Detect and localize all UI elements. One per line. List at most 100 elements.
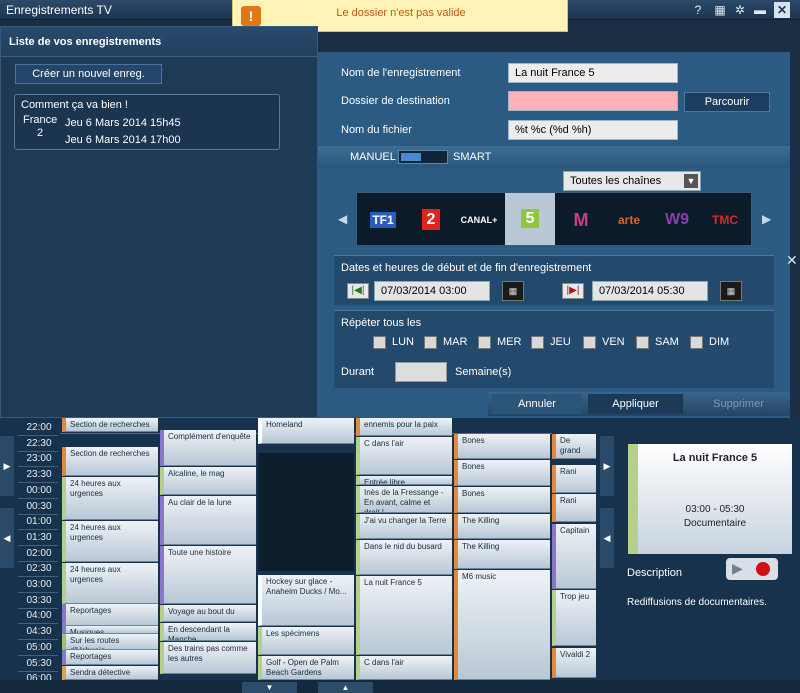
program-block[interactable]: Dans le nid du busard bbox=[356, 540, 452, 575]
program-block[interactable]: Hockey sur glace - Anaheim Ducks / Mo... bbox=[258, 575, 354, 626]
playback-controls: ▶ bbox=[726, 558, 778, 580]
program-block[interactable]: En descendant la Manche bbox=[160, 623, 256, 641]
program-block[interactable]: Vivaldi 2 bbox=[552, 648, 596, 678]
channel-france5[interactable]: 5 bbox=[505, 193, 555, 245]
calendar-icon[interactable]: ▦ bbox=[720, 281, 742, 301]
filename-label: Nom du fichier bbox=[341, 124, 412, 136]
program-block[interactable]: La nuit France 5 bbox=[356, 576, 452, 655]
channel-w9[interactable]: W9 bbox=[653, 199, 701, 241]
time-label: 01:00 bbox=[26, 516, 52, 528]
recording-editor: Nom de l'enregistrement La nuit France 5… bbox=[318, 52, 790, 418]
name-field[interactable]: La nuit France 5 bbox=[508, 63, 678, 83]
program-block[interactable]: Complément d'enquête bbox=[160, 430, 256, 466]
day-checkbox[interactable] bbox=[690, 336, 703, 349]
channel-filter-select[interactable]: Toutes les chaînes ▼ bbox=[563, 171, 701, 191]
close-icon[interactable]: ✕ bbox=[774, 2, 790, 18]
day-checkbox[interactable] bbox=[373, 336, 386, 349]
dest-field[interactable] bbox=[508, 91, 678, 111]
program-genre: Documentaire bbox=[683, 518, 747, 529]
program-block[interactable]: Les spécimens bbox=[258, 627, 354, 655]
record-icon[interactable] bbox=[756, 562, 770, 576]
channel-next-icon[interactable]: ▶ bbox=[762, 212, 771, 226]
day-label: MAR bbox=[443, 336, 468, 348]
channel-tmc[interactable]: TMC bbox=[701, 199, 749, 241]
day-checkbox[interactable] bbox=[478, 336, 491, 349]
program-block[interactable]: Capitain bbox=[552, 524, 596, 589]
scroll-left-icon[interactable]: ◀ bbox=[0, 508, 14, 568]
program-block[interactable]: Section de recherches bbox=[62, 418, 158, 432]
recording-card[interactable]: Comment ça va bien ! France 2 Jeu 6 Mars… bbox=[14, 94, 280, 150]
channel-prev-icon[interactable]: ◀ bbox=[338, 212, 347, 226]
program-block[interactable]: ennemis pour la paix bbox=[356, 418, 452, 436]
delete-button[interactable]: Supprimer bbox=[691, 394, 786, 414]
filename-field[interactable]: %t %c (%d %h) bbox=[508, 120, 678, 140]
program-block[interactable]: De grand bbox=[552, 434, 596, 459]
scroll-right-icon[interactable]: ▶ bbox=[600, 436, 614, 496]
day-checkbox[interactable] bbox=[531, 336, 544, 349]
program-block[interactable]: J'ai vu changer la Terre bbox=[356, 514, 452, 539]
program-block[interactable]: Rani bbox=[552, 494, 596, 522]
program-block[interactable]: C dans l'air bbox=[356, 437, 452, 475]
program-block[interactable]: M6 music bbox=[454, 570, 550, 680]
program-block[interactable]: Golf - Open de Palm Beach Gardens bbox=[258, 656, 354, 680]
scroll-up-icon[interactable]: ▲ bbox=[318, 682, 373, 693]
mode-bar: MANUEL SMART bbox=[318, 146, 790, 168]
program-time: 03:00 - 05:30 bbox=[685, 504, 745, 515]
scroll-right-icon[interactable]: ◀ bbox=[600, 508, 614, 568]
weeks-input[interactable] bbox=[395, 362, 447, 382]
channel-arte[interactable]: arte bbox=[605, 199, 653, 241]
program-block[interactable]: 24 heures aux urgences bbox=[62, 563, 158, 604]
bottom-bar bbox=[0, 680, 800, 693]
grid-icon[interactable]: ▦ bbox=[712, 2, 728, 18]
program-block[interactable]: Reportages bbox=[62, 650, 158, 665]
channel-france2[interactable]: 2 bbox=[407, 199, 455, 241]
browse-button[interactable]: Parcourir bbox=[684, 92, 770, 112]
action-bar: Annuler Appliquer Supprimer bbox=[488, 392, 790, 416]
program-block[interactable]: Voyage au bout du bbox=[160, 605, 256, 622]
settings-icon[interactable]: ✲ bbox=[732, 2, 748, 18]
help-icon[interactable]: ? bbox=[690, 2, 706, 18]
end-datetime[interactable]: 07/03/2014 05:30 bbox=[592, 281, 708, 301]
program-block[interactable]: Toute une histoire bbox=[160, 546, 256, 604]
day-checkbox[interactable] bbox=[583, 336, 596, 349]
program-block[interactable]: Alcaline, le mag bbox=[160, 467, 256, 495]
program-block[interactable]: Rani bbox=[552, 465, 596, 493]
program-block[interactable]: Bones bbox=[454, 434, 550, 459]
program-block[interactable]: 24 heures aux urgences bbox=[62, 521, 158, 562]
create-recording-button[interactable]: Créer un nouvel enreg. bbox=[15, 64, 162, 84]
calendar-icon[interactable]: ▦ bbox=[502, 281, 524, 301]
day-checkbox[interactable] bbox=[424, 336, 437, 349]
scroll-down-icon[interactable]: ▼ bbox=[242, 682, 297, 693]
program-block[interactable]: Des trains pas comme les autres bbox=[160, 642, 256, 674]
time-label: 22:00 bbox=[26, 422, 52, 433]
program-block[interactable]: Section de recherches bbox=[62, 447, 158, 476]
play-icon[interactable]: ▶ bbox=[732, 560, 743, 577]
apply-button[interactable]: Appliquer bbox=[588, 394, 683, 414]
minimize-icon[interactable]: ▬ bbox=[752, 2, 768, 18]
program-block[interactable]: C dans l'air bbox=[356, 656, 452, 680]
program-block[interactable]: Trop jeu bbox=[552, 590, 596, 646]
program-block[interactable]: The Killing bbox=[454, 540, 550, 569]
program-block[interactable]: Au clair de la lune bbox=[160, 496, 256, 545]
program-block[interactable]: The Killing bbox=[454, 514, 550, 539]
program-block[interactable]: Entrée libre bbox=[356, 476, 452, 485]
start-datetime[interactable]: 07/03/2014 03:00 bbox=[374, 281, 490, 301]
program-block[interactable]: Reportages bbox=[62, 604, 158, 626]
day-checkbox[interactable] bbox=[636, 336, 649, 349]
scroll-left-icon[interactable]: ▶ bbox=[0, 436, 14, 496]
program-block[interactable]: Homeland bbox=[258, 418, 354, 444]
channel-m6[interactable]: M bbox=[557, 199, 605, 241]
program-block[interactable]: Musiques bbox=[62, 626, 158, 634]
channel-tf1[interactable]: TF1 bbox=[359, 199, 407, 241]
program-block[interactable]: Inès de la Fressange - En avant, calme e… bbox=[356, 486, 452, 513]
program-block[interactable]: Bones bbox=[454, 460, 550, 486]
mode-toggle[interactable] bbox=[398, 150, 448, 164]
program-block[interactable]: Bones bbox=[454, 487, 550, 513]
program-block[interactable]: 24 heures aux urgences bbox=[62, 477, 158, 520]
cancel-button[interactable]: Annuler bbox=[492, 394, 582, 414]
program-block[interactable]: Sur les routes d'Ushuaia bbox=[62, 634, 158, 650]
close-icon[interactable]: ✕ bbox=[786, 252, 798, 269]
program-block[interactable]: Sendra détective bbox=[62, 666, 158, 680]
during-section: Durant Semaine(s) bbox=[334, 358, 774, 388]
channel-canalplus[interactable]: CANAL+ bbox=[455, 199, 503, 241]
